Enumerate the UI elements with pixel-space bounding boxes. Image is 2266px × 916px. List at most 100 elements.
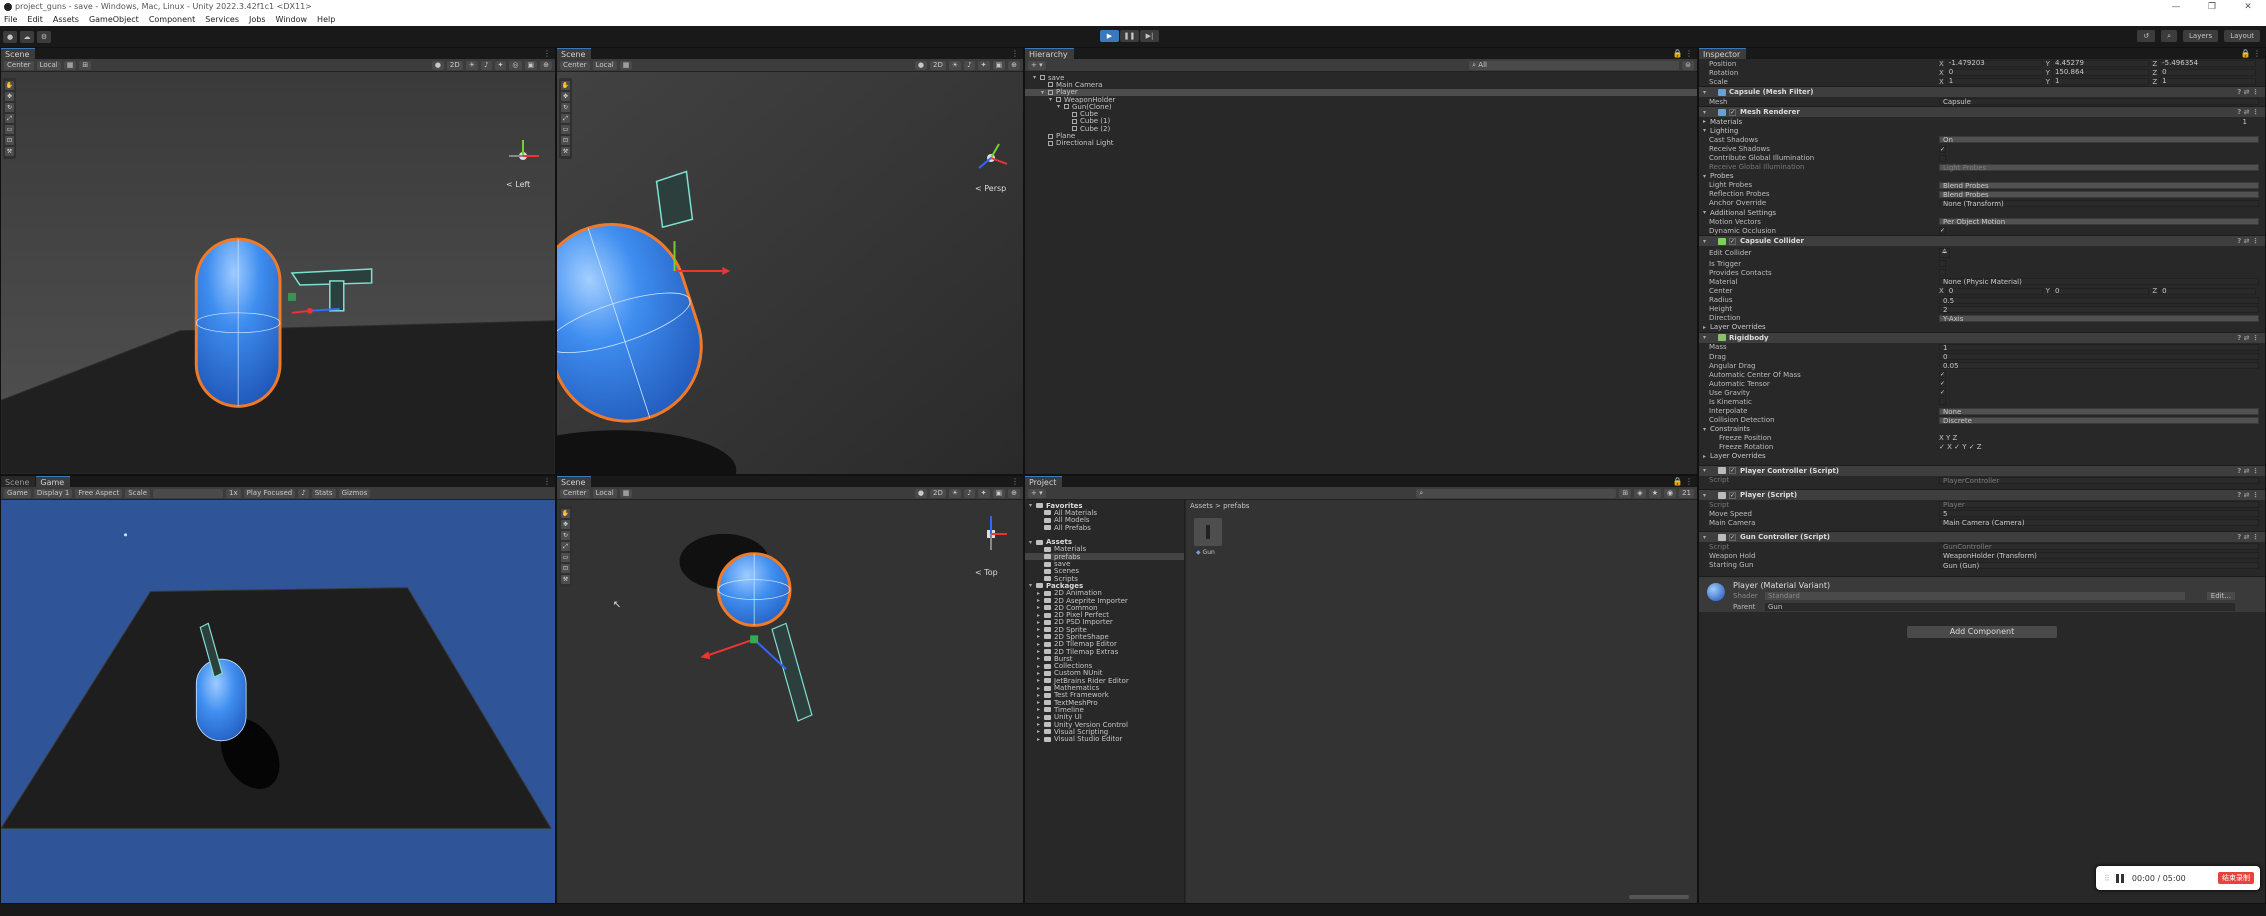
kebab-menu-icon[interactable]: ⋮ xyxy=(1011,477,1019,486)
grid-icon[interactable]: ▦ xyxy=(619,60,633,70)
kebab-menu-icon[interactable]: ⋮ xyxy=(1011,49,1019,58)
menu-help[interactable]: Help xyxy=(317,15,335,24)
foldout-arrow-icon[interactable]: ▸ xyxy=(1037,677,1044,684)
scale-slider[interactable] xyxy=(153,488,224,498)
mesh-field[interactable]: Capsule xyxy=(1939,98,2259,106)
menu-jobs[interactable]: Jobs xyxy=(249,15,266,24)
position-x-field[interactable]: -1.479203 xyxy=(1945,60,2043,68)
project-tree-item[interactable]: ▾ Packages xyxy=(1025,582,1184,590)
shading-icon[interactable]: ● xyxy=(914,488,928,498)
use-gravity-checkbox[interactable]: ✓ xyxy=(1939,389,1946,397)
angular-drag-field[interactable]: 0.05 xyxy=(1939,362,2259,370)
version-control-icon[interactable]: ⚙ xyxy=(37,30,51,43)
hierarchy-item[interactable]: Cube (2) xyxy=(1025,125,1697,133)
rotation-y-field[interactable]: 150.864 xyxy=(2051,69,2150,77)
center-y-field[interactable]: 0 xyxy=(2051,287,2150,295)
space-dropdown[interactable]: Local xyxy=(592,488,617,498)
close-button[interactable]: ✕ xyxy=(2230,2,2266,12)
hierarchy-item[interactable]: Cube (1) xyxy=(1025,117,1697,125)
audio-icon[interactable]: ♪ xyxy=(964,488,975,498)
parent-field[interactable]: Gun xyxy=(1765,602,2235,611)
scene-viewport[interactable] xyxy=(1,72,555,474)
display-dropdown[interactable]: Display 1 xyxy=(33,488,73,498)
edit-shader-button[interactable]: Edit... xyxy=(2206,591,2235,600)
interpolate-dropdown[interactable]: None xyxy=(1939,407,2259,415)
weapon-hold-field[interactable]: WeaponHolder (Transform) xyxy=(1939,552,2259,560)
collider-layer-overrides-foldout[interactable]: ▸ Layer Overrides xyxy=(1699,323,2265,332)
rigidbody-layer-overrides-foldout[interactable]: ▸ Layer Overrides xyxy=(1699,452,2265,461)
foldout-arrow-icon[interactable]: ▸ xyxy=(1037,685,1044,692)
hand-tool-icon[interactable]: ✋ xyxy=(561,509,570,518)
project-tree-item[interactable]: All Materials xyxy=(1025,509,1184,517)
menu-assets[interactable]: Assets xyxy=(53,15,79,24)
history-icon[interactable]: ↺ xyxy=(2137,30,2156,42)
menu-gameobject[interactable]: GameObject xyxy=(89,15,139,24)
lock-icon[interactable]: 🔒 ⋮ xyxy=(1672,49,1693,58)
kebab-menu-icon[interactable]: ⋮ xyxy=(543,49,551,58)
foldout-arrow-icon[interactable]: ▾ xyxy=(1057,103,1064,110)
hand-tool-icon[interactable]: ✋ xyxy=(561,81,570,90)
component-menu-icon[interactable]: ? ⇄ ⋮ xyxy=(2237,533,2259,541)
receive-shadows-checkbox[interactable]: ✓ xyxy=(1939,145,1946,153)
mode-2d-toggle[interactable]: 2D xyxy=(930,488,946,498)
rotate-tool-icon[interactable]: ↻ xyxy=(5,103,14,112)
lighting-icon[interactable]: ☀ xyxy=(948,488,962,498)
enabled-checkbox[interactable]: ✓ xyxy=(1729,237,1736,245)
camera-icon[interactable]: ▣ xyxy=(524,60,538,70)
favorite-icon[interactable]: ★ xyxy=(1648,488,1661,498)
account-icon[interactable]: ● xyxy=(3,30,17,43)
gizmos-icon[interactable]: ⊕ xyxy=(1008,488,1020,498)
scale-y-field[interactable]: 1 xyxy=(2051,78,2150,86)
maximize-button[interactable]: ❐ xyxy=(2194,2,2230,12)
component-menu-icon[interactable]: ? ⇄ ⋮ xyxy=(2237,88,2259,96)
custom-tool-icon[interactable]: ⚒ xyxy=(5,147,14,156)
foldout-arrow-icon[interactable]: ▸ xyxy=(1037,633,1044,640)
aspect-dropdown[interactable]: Free Aspect xyxy=(75,488,123,498)
physic-material-field[interactable]: None (Physic Material) xyxy=(1939,278,2259,286)
custom-tool-icon[interactable]: ⚒ xyxy=(561,147,570,156)
project-tree-item[interactable]: prefabs xyxy=(1025,553,1184,561)
project-tree-item[interactable]: ▸ Timeline xyxy=(1025,706,1184,714)
player-controller-header[interactable]: ▾ ✓ Player Controller (Script)? ⇄ ⋮ xyxy=(1699,464,2265,476)
space-dropdown[interactable]: Local xyxy=(592,60,617,70)
move-tool-icon[interactable]: ✥ xyxy=(561,92,570,101)
tab-game[interactable]: Game xyxy=(36,476,71,487)
menu-file[interactable]: File xyxy=(4,15,17,24)
pause-button[interactable]: ❚❚ xyxy=(1120,30,1139,42)
hierarchy-item[interactable]: ▾ Gun(Clone) xyxy=(1025,103,1697,111)
foldout-arrow-icon[interactable]: ▸ xyxy=(1037,590,1044,597)
view-label[interactable]: < Top xyxy=(975,568,998,577)
menu-edit[interactable]: Edit xyxy=(27,15,43,24)
scale-tool-icon[interactable]: ⤢ xyxy=(561,542,570,551)
radius-field[interactable]: 0.5 xyxy=(1939,296,2259,304)
cloud-icon[interactable]: ☁ xyxy=(20,30,34,43)
hierarchy-item[interactable]: ▾ save xyxy=(1025,74,1697,82)
starting-gun-field[interactable]: Gun (Gun) xyxy=(1939,561,2259,569)
foldout-arrow-icon[interactable]: ▾ xyxy=(1029,539,1036,546)
drag-field[interactable]: 0 xyxy=(1939,353,2259,361)
tab-scene[interactable]: Scene xyxy=(557,48,592,59)
rect-tool-icon[interactable]: ▭ xyxy=(5,125,14,134)
hidden-icon[interactable]: ◎ xyxy=(509,60,522,70)
audio-icon[interactable]: ♪ xyxy=(964,60,975,70)
lighting-foldout[interactable]: ▾ Lighting xyxy=(1699,126,2265,135)
foldout-arrow-icon[interactable]: ▸ xyxy=(1037,663,1044,670)
dynamic-occlusion-checkbox[interactable]: ✓ xyxy=(1939,227,1946,235)
create-button[interactable]: + ▾ xyxy=(1028,60,1046,70)
effects-icon[interactable]: ✦ xyxy=(494,60,507,70)
mode-2d-toggle[interactable]: 2D xyxy=(930,60,946,70)
menu-services[interactable]: Services xyxy=(205,15,239,24)
gizmos-icon[interactable]: ⊕ xyxy=(1008,60,1020,70)
position-y-field[interactable]: 4.45279 xyxy=(2051,60,2150,68)
scale-z-field[interactable]: 1 xyxy=(2159,78,2257,86)
tab-scene[interactable]: Scene xyxy=(1,48,36,59)
breadcrumb-assets[interactable]: Assets xyxy=(1190,502,1213,510)
project-tree-item[interactable]: ▸ 2D Aseprite Importer xyxy=(1025,597,1184,605)
move-speed-field[interactable]: 5 xyxy=(1939,510,2259,518)
component-menu-icon[interactable]: ? ⇄ ⋮ xyxy=(2237,334,2259,342)
step-button[interactable]: ▶| xyxy=(1140,30,1159,42)
provides-contacts-checkbox[interactable] xyxy=(1939,269,1946,277)
rect-tool-icon[interactable]: ▭ xyxy=(561,553,570,562)
is-trigger-checkbox[interactable] xyxy=(1939,260,1946,268)
foldout-arrow-icon[interactable]: ▸ xyxy=(1037,612,1044,619)
